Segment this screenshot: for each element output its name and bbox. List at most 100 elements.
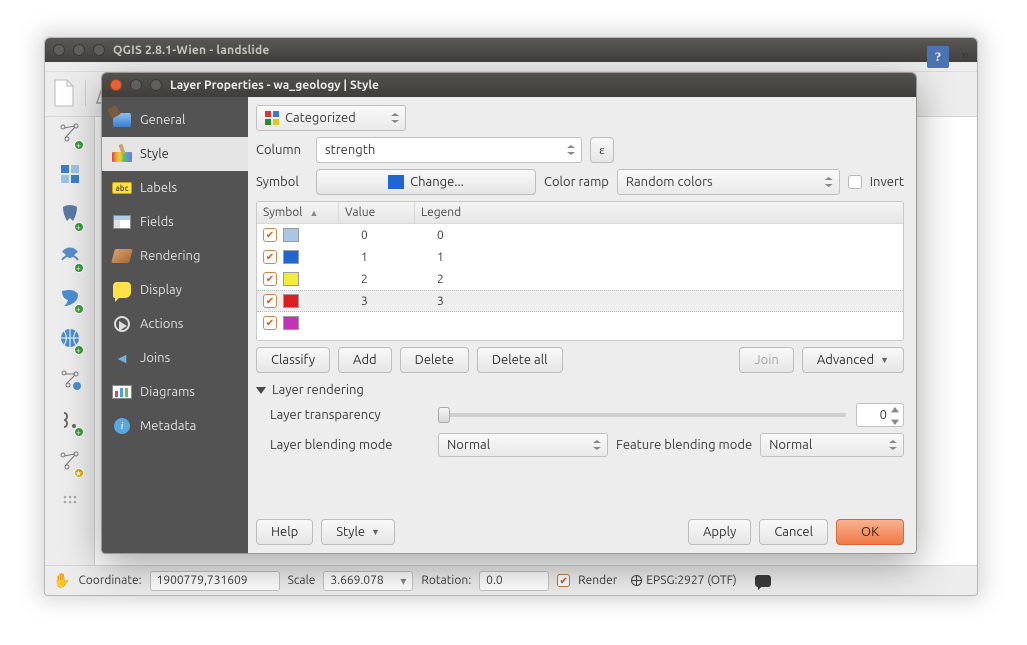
row-legend[interactable]: 1 xyxy=(415,251,903,264)
row-value[interactable]: 1 xyxy=(339,251,415,264)
header-symbol[interactable]: Symbol▲ xyxy=(257,202,339,223)
add-delimited-text-icon[interactable]: + xyxy=(58,408,82,435)
row-checkbox[interactable]: ✔ xyxy=(263,228,277,242)
sidebar-item-display[interactable]: Display xyxy=(102,273,248,307)
slider-thumb[interactable] xyxy=(438,407,450,423)
dialog-maximize-icon[interactable] xyxy=(150,79,162,91)
sidebar-item-label: Joins xyxy=(140,351,170,365)
invert-label: Invert xyxy=(870,175,904,189)
sidebar-item-label: Rendering xyxy=(140,249,200,263)
collapse-triangle-icon xyxy=(256,387,266,394)
scale-field[interactable]: 3.669.078▾ xyxy=(323,571,413,591)
window-maximize-icon[interactable] xyxy=(93,44,105,56)
row-value[interactable]: 0 xyxy=(339,229,415,242)
table-row[interactable]: ✔ 00 xyxy=(257,224,903,246)
row-checkbox[interactable]: ✔ xyxy=(263,250,277,264)
add-mssql-layer-icon[interactable]: + xyxy=(58,285,82,312)
feature-blend-select[interactable]: Normal xyxy=(760,433,904,457)
add-wfs-layer-icon[interactable] xyxy=(58,367,82,394)
messages-icon[interactable] xyxy=(755,575,771,587)
dialog-titlebar[interactable]: Layer Properties - wa_geology | Style xyxy=(102,73,916,97)
column-select[interactable]: strength xyxy=(316,137,582,163)
colorramp-select[interactable]: Random colors xyxy=(617,169,840,195)
change-symbol-button[interactable]: Change... xyxy=(316,169,536,195)
renderer-type-select[interactable]: Categorized xyxy=(256,105,406,131)
delete-all-button[interactable]: Delete all xyxy=(477,347,563,373)
table-row[interactable]: ✔ 22 xyxy=(257,268,903,290)
transparency-label: Layer transparency xyxy=(270,408,430,422)
help-button[interactable]: Help xyxy=(256,519,313,545)
expression-button[interactable]: ε xyxy=(590,137,614,163)
color-swatch[interactable] xyxy=(283,272,299,286)
layer-blend-select[interactable]: Normal xyxy=(438,433,608,457)
sidebar-item-diagrams[interactable]: Diagrams xyxy=(102,375,248,409)
row-checkbox[interactable]: ✔ xyxy=(263,294,277,308)
transparency-spinbox[interactable]: 0 xyxy=(856,403,904,427)
row-value[interactable]: 2 xyxy=(339,273,415,286)
cancel-button[interactable]: Cancel xyxy=(759,519,828,545)
add-button[interactable]: Add xyxy=(338,347,392,373)
dialog-close-icon[interactable] xyxy=(110,79,122,91)
row-checkbox[interactable]: ✔ xyxy=(263,272,277,286)
layer-rendering-group[interactable]: Layer rendering xyxy=(256,383,904,397)
delete-button[interactable]: Delete xyxy=(400,347,469,373)
new-project-icon[interactable] xyxy=(51,80,77,106)
sidebar-item-style[interactable]: Style xyxy=(102,137,248,171)
color-swatch[interactable] xyxy=(283,316,299,330)
add-postgis-layer-icon[interactable]: + xyxy=(58,203,82,230)
sidebar-item-labels[interactable]: abcLabels xyxy=(102,171,248,205)
classify-button[interactable]: Classify xyxy=(256,347,330,373)
status-bar: ✋ Coordinate: 1900779,731609 Scale 3.669… xyxy=(45,565,977,595)
add-spatialite-layer-icon[interactable]: + xyxy=(58,244,82,271)
categories-table[interactable]: Symbol▲ Value Legend ✔ 00 ✔ 11 ✔ 22 ✔ 33 ✔ xyxy=(256,201,904,341)
row-legend[interactable]: 3 xyxy=(415,295,903,308)
ok-button[interactable]: OK xyxy=(836,519,904,545)
sidebar-item-fields[interactable]: Fields xyxy=(102,205,248,239)
sort-asc-icon: ▲ xyxy=(309,208,318,218)
advanced-button[interactable]: Advanced▼ xyxy=(802,347,904,373)
add-raster-layer-icon[interactable] xyxy=(58,162,82,189)
row-checkbox[interactable]: ✔ xyxy=(263,316,277,330)
sidebar-item-actions[interactable]: Actions xyxy=(102,307,248,341)
column-label: Column xyxy=(256,143,308,157)
bar-chart-icon xyxy=(112,385,132,399)
header-value[interactable]: Value xyxy=(339,202,415,223)
table-row[interactable]: ✔ 11 xyxy=(257,246,903,268)
color-swatch[interactable] xyxy=(283,294,299,308)
table-header[interactable]: Symbol▲ Value Legend xyxy=(257,202,903,224)
dialog-minimize-icon[interactable] xyxy=(130,79,142,91)
table-row[interactable]: ✔ xyxy=(257,312,903,334)
row-legend[interactable]: 0 xyxy=(415,229,903,242)
main-window-titlebar[interactable]: QGIS 2.8.1-Wien - landslide xyxy=(45,38,977,62)
transparency-slider[interactable] xyxy=(438,413,846,417)
sidebar-item-general[interactable]: General xyxy=(102,103,248,137)
main-menubar[interactable] xyxy=(45,62,977,72)
sidebar-item-joins[interactable]: ◄Joins xyxy=(102,341,248,375)
left-toolbar: + + + + + + ★ xyxy=(45,117,95,565)
color-swatch[interactable] xyxy=(283,250,299,264)
window-minimize-icon[interactable] xyxy=(73,44,85,56)
row-value[interactable]: 3 xyxy=(339,295,415,308)
abc-icon: abc xyxy=(112,182,132,194)
sidebar-item-metadata[interactable]: iMetadata xyxy=(102,409,248,443)
new-vector-layer-icon[interactable]: ★ xyxy=(58,449,82,476)
table-row[interactable]: ✔ 33 xyxy=(257,290,903,312)
coordinate-field[interactable]: 1900779,731609 xyxy=(150,571,280,591)
sidebar-item-rendering[interactable]: Rendering xyxy=(102,239,248,273)
toolbar-handle-icon[interactable] xyxy=(58,490,82,517)
render-checkbox[interactable]: ✔ xyxy=(557,574,570,587)
window-close-icon[interactable] xyxy=(53,44,65,56)
row-legend[interactable]: 2 xyxy=(415,273,903,286)
rotation-field[interactable]: 0.0 xyxy=(479,571,549,591)
header-legend[interactable]: Legend xyxy=(415,202,903,223)
apply-button[interactable]: Apply xyxy=(688,519,751,545)
toggle-extents-icon[interactable]: ✋ xyxy=(53,572,70,589)
add-wms-layer-icon[interactable]: + xyxy=(58,326,82,353)
toolbar-overflow-icon[interactable]: » xyxy=(962,48,969,62)
add-vector-layer-icon[interactable]: + xyxy=(58,121,82,148)
style-menu-button[interactable]: Style▼ xyxy=(321,519,395,545)
color-swatch[interactable] xyxy=(283,228,299,242)
help-button[interactable]: ? xyxy=(927,46,949,68)
crs-button[interactable]: EPSG:2927 (OTF) xyxy=(631,574,736,587)
invert-checkbox[interactable] xyxy=(848,175,862,189)
